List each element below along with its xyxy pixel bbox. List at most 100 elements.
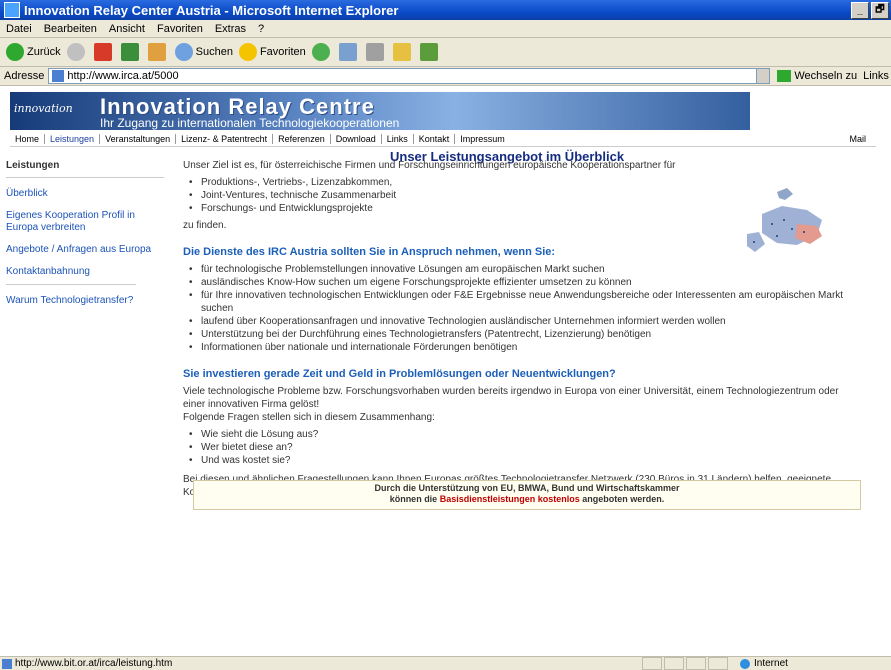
window-title: Innovation Relay Center Austria - Micros… bbox=[24, 2, 399, 18]
nav-download[interactable]: Download bbox=[331, 134, 382, 144]
favorites-button[interactable]: Favoriten bbox=[238, 43, 306, 61]
list-item: Produktions-, Vertriebs-, Lizenzabkommen… bbox=[189, 176, 863, 189]
sidebar-title: Leistungen bbox=[6, 160, 164, 178]
sidebar-link-profil[interactable]: Eigenes Kooperation Profil in Europa ver… bbox=[6, 210, 168, 234]
notice-highlight: Basisdienstleistungen kostenlos bbox=[439, 494, 580, 504]
nav-mail[interactable]: Mail bbox=[849, 134, 866, 144]
funding-notice: Durch die Unterstützung von EU, BMWA, Bu… bbox=[193, 480, 861, 510]
search-label: Suchen bbox=[195, 46, 233, 58]
innovation-logo: innovation bbox=[14, 102, 73, 115]
notice-line-2: können die Basisdienstleistungen kostenl… bbox=[194, 494, 860, 505]
services-list: für technologische Problemstellungen inn… bbox=[183, 263, 863, 354]
list-item: Unterstützung bei der Durchführung eines… bbox=[189, 328, 863, 341]
nav-links[interactable]: Links bbox=[382, 134, 414, 144]
address-label: Adresse bbox=[4, 70, 45, 82]
sidebar-link-ueberblick[interactable]: Überblick bbox=[6, 188, 168, 200]
sidebar-link-warum[interactable]: Warum Technologietransfer? bbox=[6, 295, 168, 307]
banner: innovation Innovation Relay Centre Ihr Z… bbox=[10, 92, 750, 130]
security-zone: Internet bbox=[740, 658, 788, 669]
list-item: für Ihre innovativen technologischen Ent… bbox=[189, 289, 863, 315]
menu-bearbeiten[interactable]: Bearbeiten bbox=[44, 23, 97, 35]
nav-lizenz-patentrecht[interactable]: Lizenz- & Patentrecht bbox=[176, 134, 274, 144]
menu-help[interactable]: ? bbox=[258, 23, 264, 35]
nav-leistungen[interactable]: Leistungen bbox=[45, 134, 101, 144]
restore-button[interactable]: 🗗 bbox=[871, 2, 889, 19]
refresh-icon bbox=[120, 43, 139, 61]
forward-arrow-icon bbox=[66, 43, 85, 61]
intro-end: zu finden. bbox=[183, 220, 227, 231]
menu-favoriten[interactable]: Favoriten bbox=[157, 23, 203, 35]
home-button[interactable] bbox=[147, 43, 169, 61]
notice-post: angeboten werden. bbox=[582, 494, 665, 504]
home-icon bbox=[147, 43, 166, 61]
nav-home[interactable]: Home bbox=[10, 134, 46, 144]
notice-pre: können die bbox=[389, 494, 438, 504]
address-input[interactable]: http://www.irca.at/5000 bbox=[48, 68, 771, 84]
ie-icon bbox=[4, 2, 20, 18]
status-url: http://www.bit.or.at/irca/leistung.htm bbox=[15, 658, 173, 669]
list-item: für technologische Problemstellungen inn… bbox=[189, 263, 863, 276]
mail-button[interactable] bbox=[338, 43, 360, 61]
nav-veranstaltungen[interactable]: Veranstaltungen bbox=[100, 134, 177, 144]
page-icon bbox=[52, 70, 65, 82]
investment-text: Viele technologische Probleme bzw. Forsc… bbox=[183, 386, 839, 410]
forward-button[interactable] bbox=[66, 43, 88, 61]
search-button[interactable]: Suchen bbox=[174, 43, 233, 61]
window-controls: _ 🗗 bbox=[851, 2, 889, 19]
notice-line-1: Durch die Unterstützung von EU, BMWA, Bu… bbox=[374, 483, 680, 493]
address-dropdown[interactable] bbox=[756, 69, 770, 83]
search-icon bbox=[174, 43, 193, 61]
nav-impressum[interactable]: Impressum bbox=[455, 134, 510, 144]
sidebar-link-kontaktanbahnung[interactable]: Kontaktanbahnung bbox=[6, 266, 168, 278]
zone-label: Internet bbox=[754, 658, 788, 669]
status-bar: http://www.bit.or.at/irca/leistung.htm I… bbox=[0, 656, 891, 670]
messenger-button[interactable] bbox=[419, 43, 441, 61]
print-button[interactable] bbox=[365, 43, 387, 61]
history-button[interactable] bbox=[311, 43, 333, 61]
menu-extras[interactable]: Extras bbox=[215, 23, 246, 35]
list-item: Und was kostet sie? bbox=[189, 454, 863, 467]
mail-icon bbox=[338, 43, 357, 61]
toolbar: Zurück Suchen Favoriten bbox=[0, 38, 891, 67]
intro-list: Produktions-, Vertriebs-, Lizenzabkommen… bbox=[183, 176, 863, 215]
back-button[interactable]: Zurück bbox=[6, 43, 61, 61]
list-item: Wer bietet diese an? bbox=[189, 441, 863, 454]
list-item: Wie sieht die Lösung aus? bbox=[189, 428, 863, 441]
questions-list: Wie sieht die Lösung aus? Wer bietet die… bbox=[183, 428, 863, 467]
refresh-button[interactable] bbox=[120, 43, 142, 61]
brand-tagline: Ihr Zugang zu internationalen Technologi… bbox=[100, 116, 400, 130]
globe-icon bbox=[740, 658, 750, 669]
messenger-icon bbox=[419, 43, 438, 61]
status-cell bbox=[642, 657, 662, 670]
links-button[interactable]: Links bbox=[863, 70, 889, 82]
sidebar: Leistungen Überblick Eigenes Kooperation… bbox=[0, 156, 168, 307]
sidebar-link-angebote[interactable]: Angebote / Anfragen aus Europa bbox=[6, 244, 168, 256]
menu-bar: Datei Bearbeiten Ansicht Favoriten Extra… bbox=[0, 20, 891, 38]
sidebar-divider bbox=[6, 284, 136, 285]
minimize-button[interactable]: _ bbox=[851, 2, 869, 19]
menu-datei[interactable]: Datei bbox=[6, 23, 32, 35]
go-arrow-icon bbox=[777, 70, 792, 82]
top-nav: Home Leistungen Veranstaltungen Lizenz- … bbox=[10, 132, 876, 147]
status-cells bbox=[640, 657, 728, 670]
nav-referenzen[interactable]: Referenzen bbox=[273, 134, 331, 144]
stop-button[interactable] bbox=[93, 43, 115, 61]
address-bar: Adresse http://www.irca.at/5000 Wechseln… bbox=[0, 67, 891, 86]
print-icon bbox=[365, 43, 384, 61]
list-item: ausländisches Know-How suchen um eigene … bbox=[189, 276, 863, 289]
services-heading: Die Dienste des IRC Austria sollten Sie … bbox=[183, 246, 556, 258]
title-bar: Innovation Relay Center Austria - Micros… bbox=[0, 0, 891, 20]
list-item: laufend über Kooperationsanfragen und in… bbox=[189, 315, 863, 328]
back-arrow-icon bbox=[6, 43, 24, 61]
go-button[interactable]: Wechseln zu bbox=[777, 70, 857, 82]
menu-ansicht[interactable]: Ansicht bbox=[109, 23, 145, 35]
nav-kontakt[interactable]: Kontakt bbox=[414, 134, 456, 144]
history-icon bbox=[311, 43, 330, 61]
list-item: Joint-Ventures, technische Zusammenarbei… bbox=[189, 189, 863, 202]
back-label: Zurück bbox=[27, 46, 61, 58]
edit-icon bbox=[392, 43, 411, 61]
edit-button[interactable] bbox=[392, 43, 414, 61]
page-viewport: innovation Innovation Relay Centre Ihr Z… bbox=[0, 86, 891, 656]
address-url: http://www.irca.at/5000 bbox=[67, 70, 179, 82]
page-icon bbox=[2, 658, 12, 669]
